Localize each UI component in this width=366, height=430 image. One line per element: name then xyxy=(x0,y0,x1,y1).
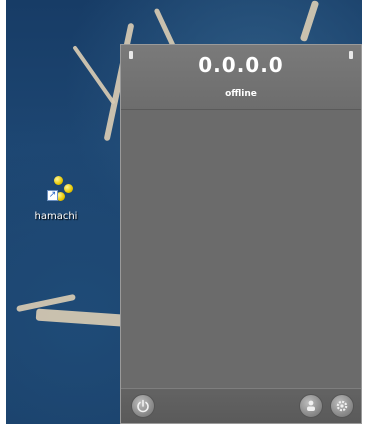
power-icon xyxy=(137,399,149,413)
peer-list[interactable] xyxy=(121,110,361,390)
shortcut-arrow-icon: ↗ xyxy=(47,190,58,201)
branch-decoration xyxy=(299,0,320,43)
branch-decoration xyxy=(72,45,116,105)
power-button[interactable] xyxy=(131,394,155,418)
ip-address: 0.0.0.0 xyxy=(198,53,284,77)
desktop-icon-label: hamachi xyxy=(34,211,78,222)
window-header: 0.0.0.0 offline xyxy=(121,45,361,110)
hamachi-icon: ↗ xyxy=(36,172,76,210)
desktop-shortcut-hamachi[interactable]: ↗ hamachi xyxy=(24,172,88,222)
network-icon xyxy=(307,400,315,411)
bottom-toolbar xyxy=(121,388,361,423)
connection-status: offline xyxy=(225,89,257,99)
hamachi-window: 0.0.0.0 offline xyxy=(120,44,362,424)
settings-button[interactable] xyxy=(330,394,354,418)
network-button[interactable] xyxy=(299,394,323,418)
settings-icon xyxy=(336,400,348,412)
